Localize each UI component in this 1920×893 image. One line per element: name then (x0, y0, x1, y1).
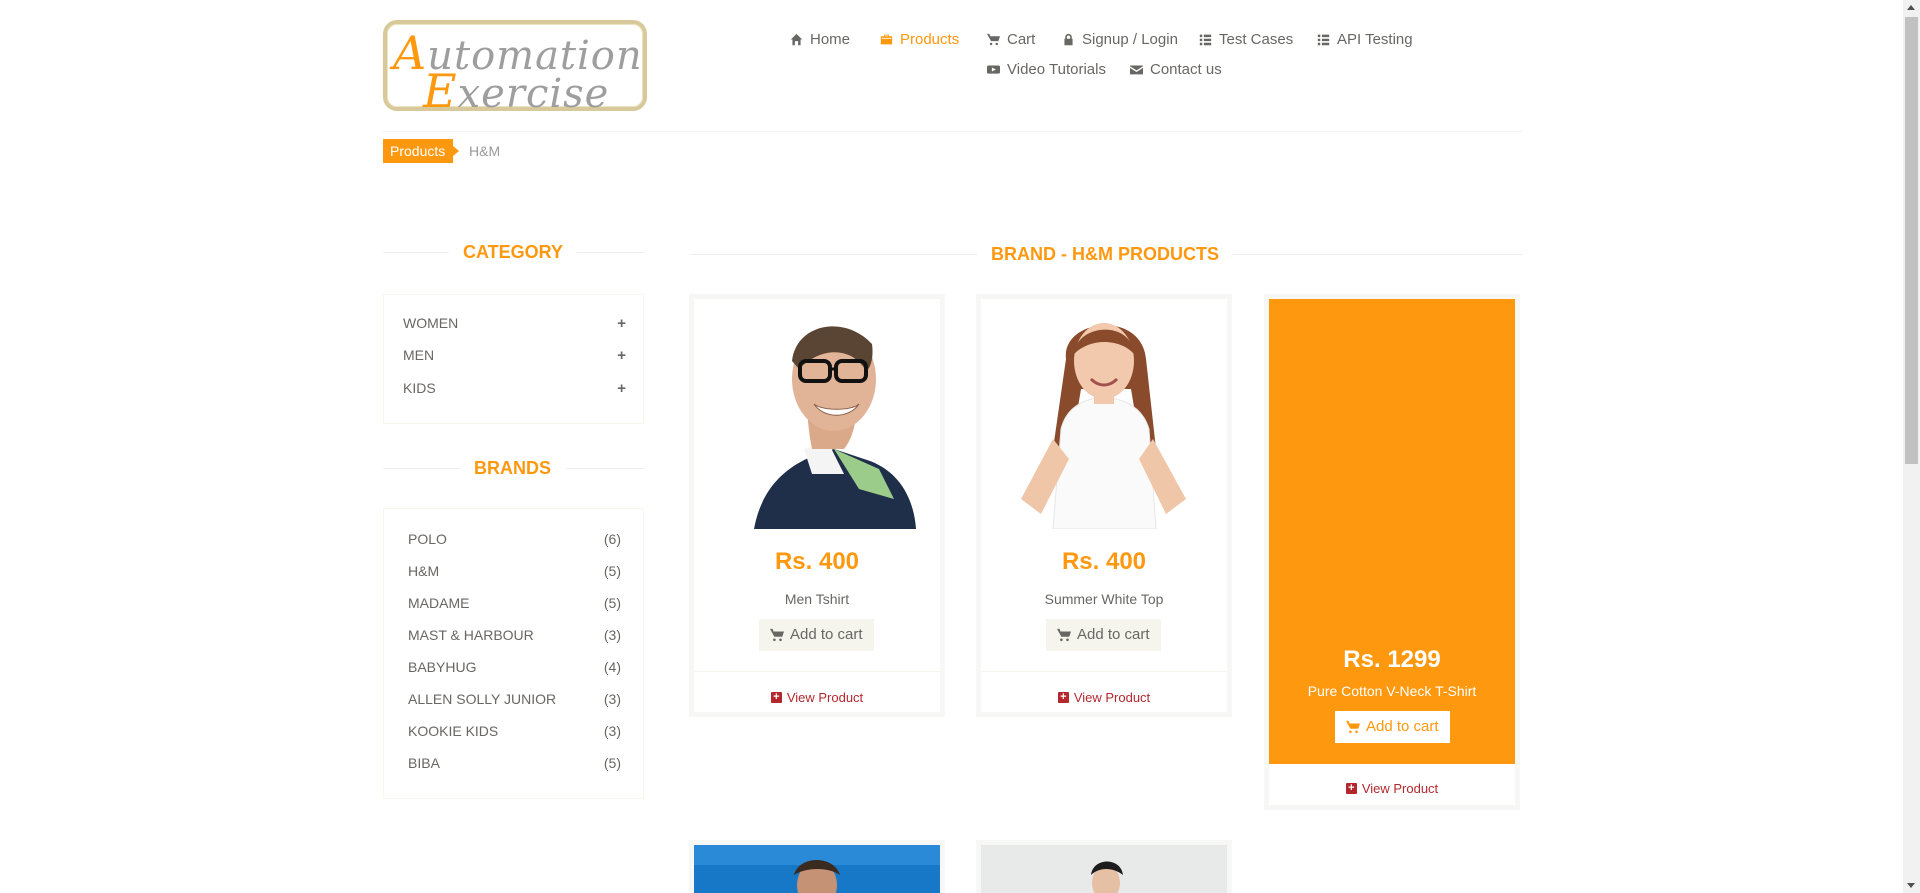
product-card: Rs. 1299 Pure Cotton V-Neck T-Shirt Add … (1264, 294, 1520, 810)
brand-mast-harbour[interactable]: MAST & HARBOUR (3) (408, 627, 621, 643)
brands-panel: POLO (6) H&M (5) MADAME (5) MAST & HARBOUR(… (383, 508, 644, 799)
view-product-link[interactable]: + View Product (694, 690, 940, 705)
envelope-icon (1130, 65, 1143, 75)
brand-products-heading: BRAND - H&M PRODUCTS (690, 244, 1523, 264)
product-card (976, 840, 1232, 893)
product-card: Rs. 400 Summer White Top Add to cart + V… (976, 294, 1232, 717)
product-name: Summer White Top (1044, 591, 1164, 607)
youtube-icon (987, 65, 1000, 74)
nav-products[interactable]: Products (880, 31, 959, 48)
product-card: Rs. 400 Men Tshirt Add to cart + View Pr… (689, 294, 945, 717)
brand-allen-solly-junior[interactable]: ALLEN SOLLY JUNIOR (3) (408, 691, 621, 707)
view-product-link[interactable]: + View Product (981, 690, 1227, 705)
add-to-cart-button[interactable]: Add to cart (759, 619, 874, 651)
product-image[interactable] (981, 845, 1227, 893)
brand-hm[interactable]: H&M (5) (408, 563, 621, 579)
category-panel: WOMEN + MEN + KIDS + (383, 294, 644, 424)
brand-biba[interactable]: BIBA (5) (408, 755, 621, 771)
logo-line-exercise: Exercise (423, 64, 610, 118)
brand-madame[interactable]: MADAME (5) (408, 595, 621, 611)
brands-heading: BRANDS (383, 458, 644, 478)
cart-icon (770, 628, 784, 642)
lock-icon (1064, 33, 1073, 46)
site-logo[interactable]: Automation Exercise (383, 20, 647, 118)
breadcrumb-products[interactable]: Products (383, 139, 460, 163)
nav-api-testing[interactable]: API Testing (1317, 31, 1413, 48)
nav-signup-login[interactable]: Signup / Login (1062, 31, 1178, 48)
product-name: Men Tshirt (784, 591, 850, 607)
plus-square-icon: + (1345, 783, 1357, 794)
nav-test-cases[interactable]: Test Cases (1199, 31, 1293, 48)
plus-icon[interactable]: + (617, 347, 626, 364)
product-price: Rs. 1299 (1343, 646, 1441, 673)
category-kids[interactable]: KIDS + (403, 380, 626, 397)
breadcrumb-current: H&M (469, 143, 501, 159)
cart-icon (1057, 628, 1071, 642)
add-to-cart-button[interactable]: Add to cart (1335, 711, 1450, 743)
list-icon (1199, 34, 1212, 46)
list-icon (1317, 34, 1330, 46)
category-men[interactable]: MEN + (403, 347, 626, 364)
header-divider (383, 131, 1523, 132)
briefcase-icon (880, 34, 893, 45)
product-name: Pure Cotton V-Neck T-Shirt (1307, 683, 1477, 699)
nav-video-tutorials[interactable]: Video Tutorials (987, 61, 1106, 78)
cart-icon (1346, 720, 1360, 734)
home-icon (790, 33, 803, 46)
product-image-men-tshirt[interactable] (694, 299, 940, 529)
view-product-link[interactable]: + View Product (1269, 781, 1515, 796)
add-to-cart-button[interactable]: Add to cart (1046, 619, 1161, 651)
brand-babyhug[interactable]: BABYHUG (4) (408, 659, 621, 675)
card-divider (981, 671, 1227, 672)
category-women[interactable]: WOMEN + (403, 315, 626, 332)
product-price: Rs. 400 (774, 548, 860, 575)
scroll-down-icon[interactable] (1907, 883, 1915, 888)
scrollbar-thumb[interactable] (1905, 17, 1918, 464)
category-heading: CATEGORY (383, 242, 644, 262)
vertical-scrollbar[interactable] (1903, 0, 1920, 893)
nav-cart[interactable]: Cart (987, 31, 1035, 48)
brand-kookie-kids[interactable]: KOOKIE KIDS (3) (408, 723, 621, 739)
brand-polo[interactable]: POLO (6) (408, 531, 621, 547)
plus-icon[interactable]: + (617, 315, 626, 332)
card-divider (694, 671, 940, 672)
nav-contact-us[interactable]: Contact us (1130, 61, 1222, 78)
product-card (689, 840, 945, 893)
plus-icon[interactable]: + (617, 380, 626, 397)
plus-square-icon: + (1057, 692, 1069, 703)
nav-home[interactable]: Home (790, 31, 850, 48)
plus-square-icon: + (770, 692, 782, 703)
product-image[interactable] (694, 845, 940, 893)
cart-icon (987, 33, 1000, 46)
product-price: Rs. 400 (1061, 548, 1147, 575)
product-image-summer-white-top[interactable] (981, 299, 1227, 529)
scroll-up-icon[interactable] (1907, 5, 1915, 10)
